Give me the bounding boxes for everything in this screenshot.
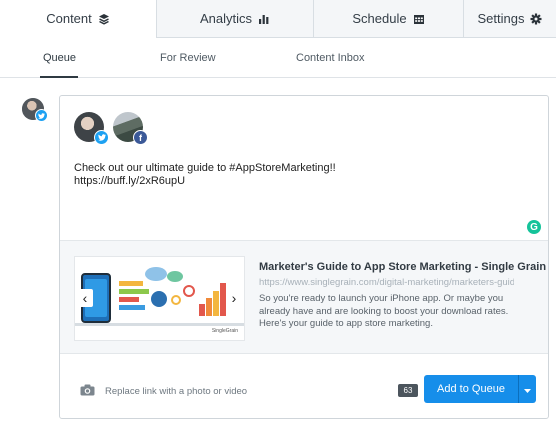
link-preview-description[interactable]: So you're ready to launch your iPhone ap…: [259, 293, 519, 331]
link-preview-title[interactable]: Marketer's Guide to App Store Marketing …: [259, 261, 546, 273]
subtab-queue[interactable]: Queue: [43, 52, 76, 64]
twitter-icon: [35, 109, 48, 122]
replace-link-label: Replace link with a photo or video: [105, 386, 248, 397]
tab-analytics-label: Analytics: [199, 11, 253, 26]
twitter-icon: [94, 130, 109, 145]
grammarly-icon[interactable]: G: [527, 220, 541, 234]
subtab-content-inbox[interactable]: Content Inbox: [296, 52, 365, 64]
preview-next-arrow[interactable]: ›: [226, 289, 242, 307]
profile-facebook[interactable]: f: [113, 112, 148, 145]
replace-link-media-button[interactable]: Replace link with a photo or video: [80, 384, 247, 399]
post-text-editor[interactable]: Check out our ultimate guide to #AppStor…: [74, 162, 514, 188]
preview-prev-arrow[interactable]: ‹: [77, 289, 93, 307]
link-preview-thumbnail: ‹ › SingleGrain: [74, 256, 245, 341]
cloud-illustration: [167, 271, 183, 282]
avatar: [22, 98, 48, 122]
subtab-for-review[interactable]: For Review: [160, 52, 216, 64]
layers-icon: [98, 13, 110, 25]
camera-icon: [80, 384, 95, 399]
tab-schedule-label: Schedule: [352, 11, 407, 26]
tab-settings[interactable]: Settings: [463, 0, 556, 38]
link-preview-url: https://www.singlegrain.com/digital-mark…: [259, 277, 514, 288]
cloud-illustration: [145, 267, 167, 281]
bar-chart-icon: [258, 13, 270, 25]
tab-schedule[interactable]: Schedule: [313, 0, 463, 38]
post-composer-card: f Check out our ultimate guide to #AppSt…: [59, 95, 549, 419]
profile-twitter[interactable]: [74, 112, 109, 145]
queue-options-dropdown[interactable]: [518, 375, 536, 403]
calendar-icon: [413, 13, 425, 25]
selected-profiles: f: [74, 112, 148, 145]
tab-settings-label: Settings: [477, 11, 525, 26]
caret-down-icon: [524, 380, 531, 398]
thumbnail-brand: SingleGrain: [211, 328, 238, 334]
facebook-icon: f: [133, 130, 148, 145]
tab-analytics[interactable]: Analytics: [156, 0, 313, 38]
character-count: 63: [398, 384, 418, 397]
sub-tabs: Queue For Review Content Inbox: [0, 38, 556, 78]
link-preview: ‹ › SingleGrain Marketer's Guide to App …: [60, 240, 548, 354]
tab-content-label: Content: [46, 11, 92, 26]
active-subtab-indicator: [40, 76, 78, 78]
top-tabs: Content Analytics Schedule Settings: [0, 0, 556, 38]
tab-content[interactable]: Content: [0, 0, 156, 38]
add-to-queue-button[interactable]: Add to Queue: [424, 375, 518, 403]
gear-icon: [530, 13, 542, 25]
